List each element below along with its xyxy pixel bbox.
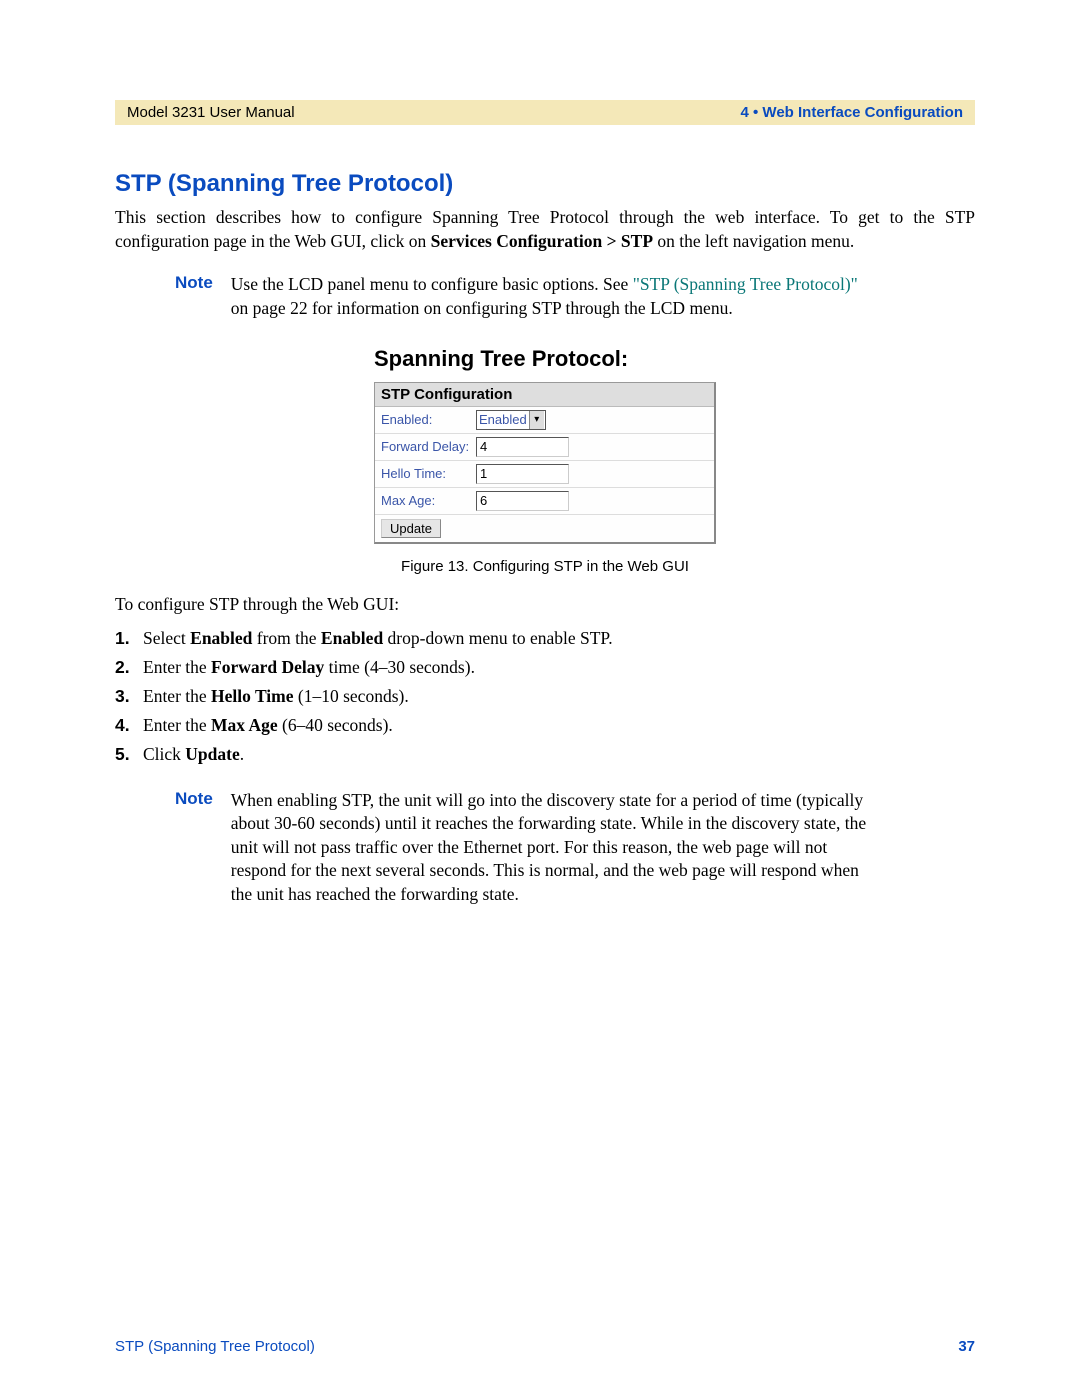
- footer-section-name: STP (Spanning Tree Protocol): [115, 1338, 315, 1355]
- label-hello-time: Hello Time:: [381, 466, 476, 481]
- note-text: Use the LCD panel menu to configure basi…: [231, 273, 875, 320]
- note-text-2: When enabling STP, the unit will go into…: [231, 789, 875, 907]
- steps-lead-in: To configure STP through the Web GUI:: [115, 593, 975, 617]
- step-4: Enter the Max Age (6–40 seconds).: [115, 711, 975, 740]
- note-label: Note: [175, 273, 231, 320]
- header-left: Model 3231 User Manual: [127, 104, 295, 121]
- config-row-forward-delay: Forward Delay:: [375, 434, 714, 461]
- config-row-enabled: Enabled: Enabled: [375, 407, 714, 434]
- note1-post: on page 22 for information on configurin…: [231, 298, 733, 318]
- section-heading: STP (Spanning Tree Protocol): [115, 170, 975, 198]
- step-5: Click Update.: [115, 740, 975, 769]
- label-max-age: Max Age:: [381, 493, 476, 508]
- note1-pre: Use the LCD panel menu to configure basi…: [231, 274, 633, 294]
- intro-bold: Services Configuration > STP: [431, 231, 653, 251]
- step-1: Select Enabled from the Enabled drop-dow…: [115, 624, 975, 653]
- label-forward-delay: Forward Delay:: [381, 439, 476, 454]
- steps-list: Select Enabled from the Enabled drop-dow…: [115, 624, 975, 768]
- figure-caption: Figure 13. Configuring STP in the Web GU…: [115, 558, 975, 575]
- update-button[interactable]: Update: [381, 519, 441, 538]
- enabled-select-value: Enabled: [479, 412, 527, 427]
- note-block-1: Note Use the LCD panel menu to configure…: [175, 273, 875, 320]
- step-3: Enter the Hello Time (1–10 seconds).: [115, 682, 975, 711]
- intro-paragraph: This section describes how to configure …: [115, 206, 975, 253]
- stp-config-panel: STP Configuration Enabled: Enabled Forwa…: [374, 382, 716, 544]
- stp-link[interactable]: "STP (Spanning Tree Protocol)": [633, 274, 858, 294]
- note-label-2: Note: [175, 789, 231, 907]
- config-panel-header: STP Configuration: [375, 383, 714, 407]
- update-row: Update: [375, 515, 714, 542]
- header-right: 4 • Web Interface Configuration: [741, 104, 964, 121]
- intro-post: on the left navigation menu.: [653, 231, 854, 251]
- config-row-max-age: Max Age:: [375, 488, 714, 515]
- page-header-bar: Model 3231 User Manual 4 • Web Interface…: [115, 100, 975, 125]
- max-age-input[interactable]: [476, 491, 569, 511]
- note-block-2: Note When enabling STP, the unit will go…: [175, 789, 875, 907]
- config-row-hello-time: Hello Time:: [375, 461, 714, 488]
- step-2: Enter the Forward Delay time (4–30 secon…: [115, 653, 975, 682]
- figure-title: Spanning Tree Protocol:: [374, 346, 716, 372]
- page-footer: STP (Spanning Tree Protocol) 37: [115, 1338, 975, 1355]
- footer-page-number: 37: [958, 1338, 975, 1355]
- hello-time-input[interactable]: [476, 464, 569, 484]
- enabled-select[interactable]: Enabled: [476, 410, 546, 430]
- figure-container: Spanning Tree Protocol: STP Configuratio…: [374, 346, 716, 544]
- label-enabled: Enabled:: [381, 412, 476, 427]
- forward-delay-input[interactable]: [476, 437, 569, 457]
